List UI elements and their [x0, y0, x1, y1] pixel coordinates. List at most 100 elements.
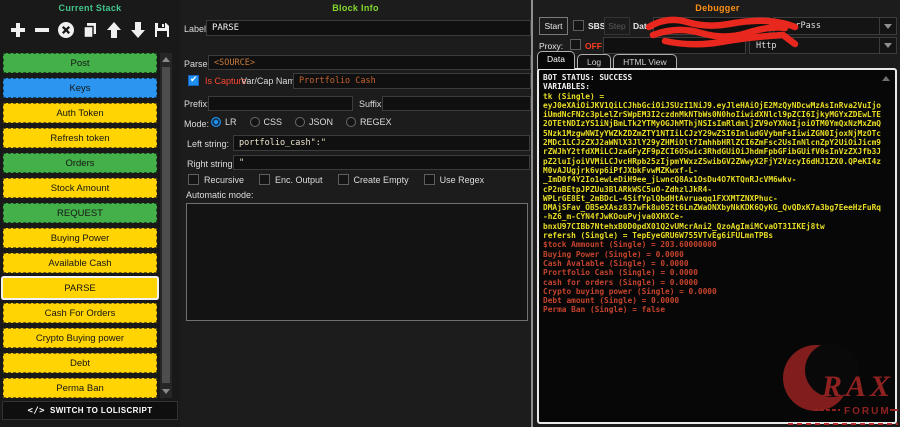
stack-block-crypto-buying-power[interactable]: Crypto Buying power — [3, 328, 157, 348]
move-down-icon[interactable] — [129, 21, 148, 40]
data-label: Data: — [633, 21, 654, 31]
step-button[interactable]: Step — [604, 17, 630, 35]
label-field-label: Label: — [184, 24, 209, 34]
option-recursive: Recursive — [188, 174, 244, 185]
scroll-up-icon[interactable] — [882, 76, 890, 81]
current-stack-title: Current Stack — [0, 3, 180, 13]
scroll-down-icon[interactable] — [162, 389, 170, 394]
output-line: BOT STATUS: SUCCESS — [543, 73, 887, 82]
output-line: Prortfolio Cash (Single) = 0.0000 — [543, 268, 887, 277]
left-string-label: Left string: — [187, 139, 229, 149]
proxy-type-dropdown[interactable]: Http — [749, 37, 897, 54]
stack-block-available-cash[interactable]: Available Cash — [3, 253, 157, 273]
right-string-input[interactable]: " — [233, 155, 530, 170]
stack-block-auth-token[interactable]: Auth Token — [3, 103, 157, 123]
minus-icon[interactable] — [32, 21, 51, 40]
clone-icon[interactable] — [80, 21, 99, 40]
recursive-label: Recursive — [204, 175, 244, 185]
wordlist-type-value: UserPass — [774, 21, 879, 31]
output-line: eyJ0eXAiOiJKV1QiLCJhbGciOiJSUzI1NiJ9.eyJ… — [543, 101, 887, 110]
parse-input[interactable]: <SOURCE> — [208, 55, 531, 70]
create-empty-checkbox[interactable] — [338, 174, 349, 185]
block-info-title: Block Info — [180, 3, 531, 13]
stack-block-perma-ban[interactable]: Perma Ban — [3, 378, 157, 398]
proxy-type-value: Http — [750, 41, 879, 51]
output-line: rZWJhY2tfdXMiLCJzaGFyZF9pZCI6OSwic3RhdGU… — [543, 147, 887, 156]
stack-block-buying-power[interactable]: Buying Power — [3, 228, 157, 248]
proxy-checkbox[interactable] — [570, 39, 581, 50]
data-input[interactable] — [653, 17, 770, 35]
chevron-down-icon — [880, 24, 896, 29]
output-line: bnxU97CIBb7NtehxB0D0pdX01Q2vUMcrAni2_Qzo… — [543, 222, 887, 231]
suffix-input[interactable] — [382, 96, 531, 111]
stack-block-request[interactable]: REQUEST — [3, 203, 157, 223]
automatic-mode-textarea[interactable] — [186, 203, 528, 321]
stack-block-post[interactable]: Post — [3, 53, 157, 73]
enc-output-checkbox[interactable] — [259, 174, 270, 185]
output-line: Buying Power (Single) = 0.0000 — [543, 250, 887, 259]
wordlist-type-dropdown[interactable]: UserPass — [773, 17, 897, 35]
plus-icon[interactable] — [8, 21, 27, 40]
save-icon[interactable] — [153, 21, 172, 40]
code-brackets-icon: </> — [28, 406, 45, 416]
left-string-input[interactable]: portfolio_cash":" — [233, 135, 530, 151]
output-line: cash for orders (Single) = 0.0000 — [543, 278, 887, 287]
output-line: VARIABLES: — [543, 82, 887, 91]
stack-block-cash-for-orders[interactable]: Cash For Orders — [3, 303, 157, 323]
move-up-icon[interactable] — [105, 21, 124, 40]
mode-option-label-json: JSON — [309, 117, 333, 127]
stack-list: Post Keys Auth Token Refresh token Orders Sto… — [3, 53, 157, 398]
stack-block-debt[interactable]: Debt — [3, 353, 157, 373]
mode-radio-lr[interactable] — [211, 117, 221, 127]
start-button[interactable]: Start — [539, 17, 568, 35]
mode-option-regex: REGEX — [346, 117, 392, 127]
stack-block-stock-amount[interactable]: Stock Amount — [3, 178, 157, 198]
switch-label: SWITCH TO LOLISCRIPT — [50, 406, 153, 415]
mode-label: Mode: — [184, 119, 209, 129]
varcap-input[interactable]: Prortfolio Cash — [293, 73, 531, 89]
output-line: Debt amount (Single) = 0.0000 — [543, 296, 887, 305]
parse-options-row: RecursiveEnc. OutputCreate EmptyUse Rege… — [188, 174, 484, 185]
sbs-checkbox[interactable] — [573, 20, 584, 31]
option-enc-output: Enc. Output — [259, 174, 323, 185]
tab-html-view[interactable]: HTML View — [613, 54, 676, 69]
output-line: tk (Single) = — [543, 92, 887, 101]
delete-icon[interactable] — [56, 21, 75, 40]
scroll-thumb[interactable] — [162, 67, 170, 383]
sbs-label: SBS — [588, 21, 605, 31]
mode-radio-regex[interactable] — [346, 117, 356, 127]
is-capture-checkbox[interactable] — [188, 75, 199, 86]
stack-block-keys[interactable]: Keys — [3, 78, 157, 98]
proxy-input[interactable] — [603, 37, 746, 54]
output-line: WPLrGE8Et_2mBDcL-45ifYplQbdHtAvruaqq1FXX… — [543, 194, 887, 203]
tab-data[interactable]: Data — [537, 51, 575, 69]
stack-toolbar — [4, 17, 176, 43]
label-input[interactable]: PARSE — [206, 20, 531, 36]
output-line: Cash Avalable (Single) = 0.0000 — [543, 259, 887, 268]
mode-radio-json[interactable] — [295, 117, 305, 127]
right-string-label: Right string: — [187, 159, 235, 169]
output-line: Crypto buying power (Single) = 0.0000 — [543, 287, 887, 296]
proxy-off-badge: OFF — [585, 41, 602, 51]
output-line: _ImD0f4Y2Io1ewLeDiH9ee_jLwncQ8Ax1OsDu4O7… — [543, 175, 887, 184]
mode-radio-css[interactable] — [250, 117, 260, 127]
recursive-checkbox[interactable] — [188, 174, 199, 185]
scroll-up-icon[interactable] — [162, 57, 170, 62]
mode-option-json: JSON — [295, 117, 333, 127]
output-line: 2MDc1LCJzZXJ2aWNlX3JlY29yZHMiOlt7ImhhbHR… — [543, 138, 887, 147]
chevron-down-icon — [880, 43, 896, 48]
switch-to-loliscript-button[interactable]: </> SWITCH TO LOLISCRIPT — [2, 401, 178, 420]
use-regex-checkbox[interactable] — [424, 174, 435, 185]
output-line: 5Nzk1MzgwNWIyYWZkZDZmZTY1NTIiLCJzY29wZSI… — [543, 129, 887, 138]
prefix-label: Prefix: — [184, 99, 210, 109]
option-use-regex: Use Regex — [424, 174, 485, 185]
mode-option-label-regex: REGEX — [360, 117, 392, 127]
stack-scrollbar[interactable] — [160, 53, 172, 398]
proxy-label: Proxy: — [539, 41, 563, 51]
stack-block-orders[interactable]: Orders — [3, 153, 157, 173]
tab-log[interactable]: Log — [577, 54, 611, 69]
prefix-input[interactable] — [208, 96, 353, 111]
stack-block-parse[interactable]: PARSE — [3, 278, 157, 298]
mode-option-label-lr: LR — [225, 117, 237, 127]
stack-block-refresh-token[interactable]: Refresh token — [3, 128, 157, 148]
